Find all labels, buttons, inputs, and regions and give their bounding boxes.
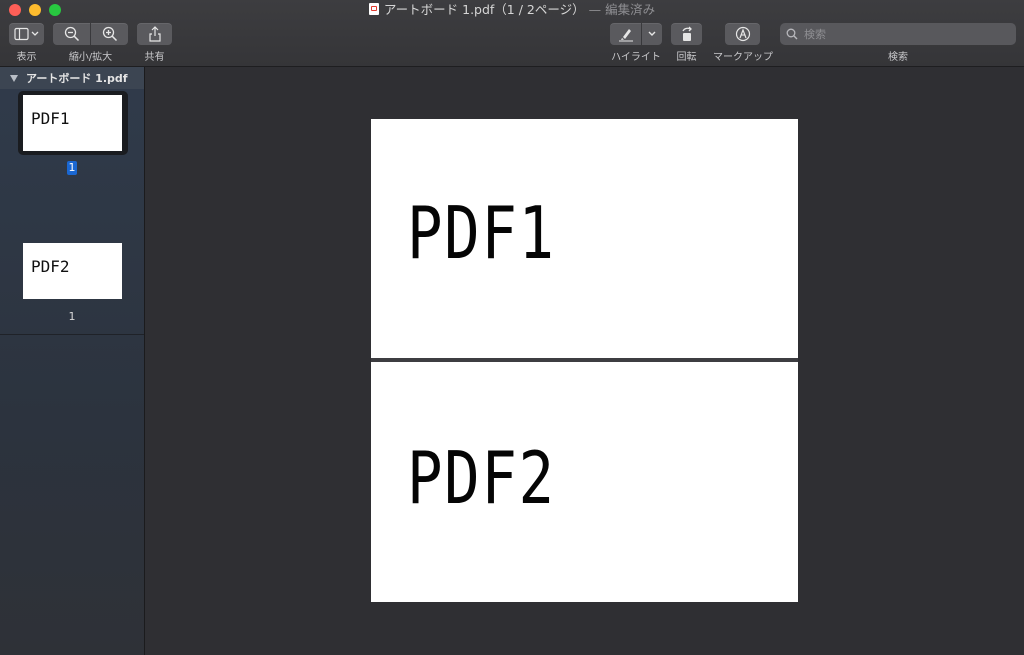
window-title-text: アートボード 1.pdf（1 / 2ページ） bbox=[383, 2, 585, 17]
rotate-label: 回転 bbox=[676, 52, 697, 63]
sidebar-divider bbox=[0, 334, 144, 335]
thumbnail-1-page-label: 1 bbox=[67, 161, 77, 175]
search-field[interactable] bbox=[780, 23, 1016, 45]
highlight-button[interactable] bbox=[610, 23, 641, 45]
sidebar-toggle-icon bbox=[13, 27, 38, 41]
rotate-icon bbox=[681, 26, 692, 41]
zoom-out-icon bbox=[64, 26, 79, 42]
document-page-1[interactable]: PDF1 bbox=[371, 119, 798, 358]
page-1-text: PDF1 bbox=[407, 191, 556, 275]
highlighter-icon bbox=[618, 29, 633, 42]
search-input[interactable] bbox=[802, 26, 1006, 42]
preview-window: アートボード 1.pdf（1 / 2ページ） — 編集済み 表示 縮小/拡大 共… bbox=[0, 0, 1024, 655]
markup-pen-icon bbox=[735, 26, 750, 42]
markup-label: マークアップ bbox=[713, 52, 773, 63]
thumbnail-sidebar: アートボード 1.pdf PDF1 1 PDF2 1 bbox=[0, 67, 145, 655]
share-button[interactable] bbox=[137, 23, 172, 45]
rotate-button[interactable] bbox=[671, 23, 702, 45]
search-label: 検索 bbox=[888, 52, 908, 63]
search-icon bbox=[786, 28, 798, 40]
markup-button[interactable] bbox=[725, 23, 760, 45]
chevron-down-icon bbox=[648, 31, 656, 36]
toolbar: アートボード 1.pdf（1 / 2ページ） — 編集済み 表示 縮小/拡大 共… bbox=[0, 0, 1024, 67]
pdf-file-icon bbox=[368, 3, 379, 15]
highlight-options-button[interactable] bbox=[642, 23, 662, 45]
thumbnail-2-page-label: 1 bbox=[68, 310, 76, 323]
window-title: アートボード 1.pdf（1 / 2ページ） — 編集済み bbox=[0, 1, 1024, 19]
page-2-text: PDF2 bbox=[407, 436, 556, 520]
page-thumbnail-2[interactable]: PDF2 bbox=[23, 243, 122, 299]
sidebar-document-name: アートボード 1.pdf bbox=[26, 72, 128, 85]
zoom-in-button[interactable] bbox=[91, 23, 128, 45]
page-thumbnail-1[interactable]: PDF1 bbox=[23, 95, 122, 151]
zoom-label: 縮小/拡大 bbox=[68, 52, 113, 63]
thumbnail-2-text: PDF2 bbox=[31, 257, 70, 276]
share-label: 共有 bbox=[144, 52, 165, 63]
zoom-out-button[interactable] bbox=[53, 23, 90, 45]
document-page-2[interactable]: PDF2 bbox=[371, 362, 798, 602]
sidebar-document-header[interactable]: アートボード 1.pdf bbox=[0, 67, 144, 89]
thumbnail-1-text: PDF1 bbox=[31, 109, 70, 128]
share-icon bbox=[148, 26, 161, 42]
disclosure-triangle-icon[interactable] bbox=[10, 74, 18, 82]
view-menu-button[interactable] bbox=[9, 23, 44, 45]
view-label: 表示 bbox=[16, 52, 37, 63]
document-canvas[interactable]: PDF1 PDF2 bbox=[145, 67, 1024, 655]
zoom-in-icon bbox=[102, 26, 117, 42]
highlight-label: ハイライト bbox=[611, 52, 661, 63]
edited-status: — 編集済み bbox=[588, 2, 656, 17]
